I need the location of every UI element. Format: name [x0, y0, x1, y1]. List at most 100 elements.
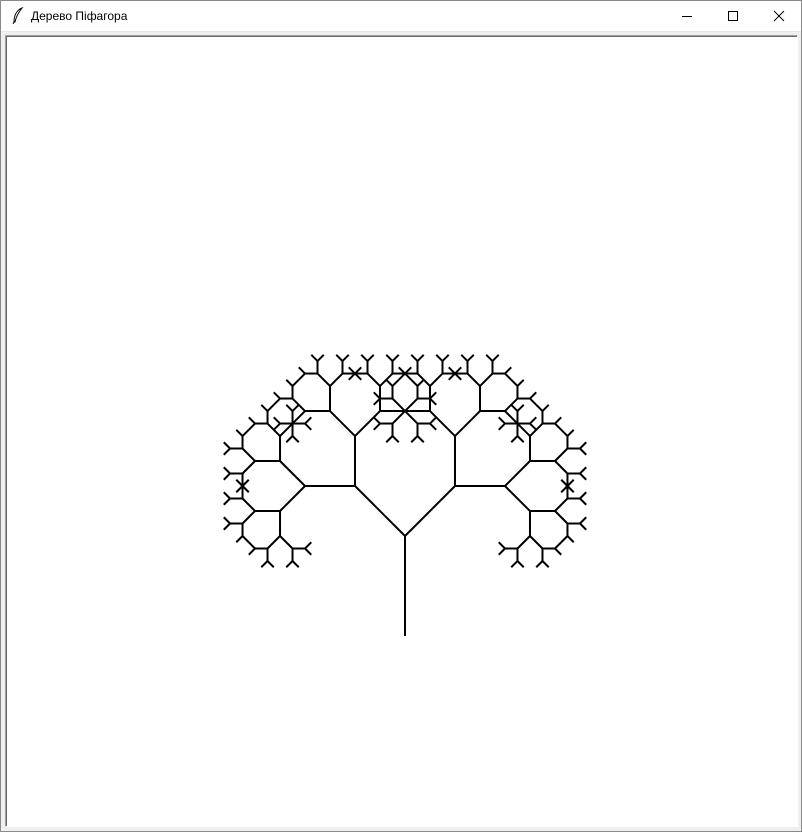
tree-branch [429, 422, 437, 431]
tree-branch [541, 560, 550, 568]
tree-branch [429, 410, 456, 437]
tree-branch [554, 510, 569, 525]
tree-branch [304, 422, 312, 431]
tree-branch [248, 547, 256, 556]
tree-branch [266, 404, 275, 412]
tree-branch [391, 397, 406, 412]
tree-branch [291, 410, 306, 425]
tree-branch [335, 354, 344, 362]
tree-branch [291, 404, 300, 412]
tree-branch [460, 354, 469, 362]
tree-branch [279, 460, 306, 487]
tree-branch [579, 466, 587, 475]
minimize-icon [682, 16, 692, 17]
tree-branch [516, 435, 525, 443]
tree-branch [566, 429, 575, 437]
tree-branch [298, 372, 306, 381]
tree-branch [223, 516, 231, 525]
feather-icon [11, 6, 25, 25]
tree-branch [304, 541, 312, 550]
tree-branch [316, 354, 325, 362]
tree-branch [373, 422, 381, 431]
tree-branch [560, 429, 569, 437]
tree-branch [504, 372, 512, 381]
close-icon [773, 10, 785, 22]
tree-branch [223, 472, 231, 481]
tree-branch [429, 372, 444, 387]
tree-branch [354, 410, 381, 437]
tree-branch [554, 460, 569, 475]
tree-branch [310, 354, 319, 362]
tree-branch [404, 485, 456, 537]
tree-canvas[interactable] [6, 36, 797, 826]
tree-branch [341, 354, 350, 362]
tree-branch [235, 429, 244, 437]
tree-branch [291, 560, 300, 568]
tree-branch [510, 435, 519, 443]
tree-branch [273, 416, 281, 425]
canvas-frame [5, 35, 798, 827]
tree-branch [535, 404, 544, 412]
tree-branch [360, 354, 369, 362]
tree-branch [516, 535, 531, 550]
tree-branch [329, 410, 356, 437]
tree-branch [404, 410, 419, 425]
tree-branch [516, 422, 531, 437]
tree-branch [366, 354, 375, 362]
tree-branch [516, 560, 525, 568]
tree-branch [391, 354, 400, 362]
tree-branch [479, 372, 494, 387]
tree-branch [279, 422, 294, 437]
tree-branch [260, 404, 269, 412]
tree-branch [529, 391, 537, 400]
tree-branch [279, 485, 306, 512]
tree-branch [416, 379, 425, 387]
tree-branch [285, 435, 294, 443]
tree-branch [391, 379, 400, 387]
tree-branch [504, 460, 531, 487]
tree-branch [223, 466, 231, 475]
tree-branch [466, 372, 481, 387]
tree-branch [391, 410, 406, 425]
tree-branch [510, 379, 519, 387]
tree-branch [498, 541, 506, 550]
tree-branch [491, 354, 500, 362]
tree-branch [579, 472, 587, 481]
tree-branch [579, 447, 587, 456]
tree-branch [241, 460, 256, 475]
tree-branch [529, 416, 537, 425]
tree-branch [579, 491, 587, 500]
tree-branch [554, 541, 562, 550]
tree-branch [554, 416, 562, 425]
tree-branch [273, 397, 281, 406]
tree-branch [529, 397, 537, 406]
close-button[interactable] [756, 1, 802, 31]
tree-branch [223, 491, 231, 500]
tree-branch [504, 485, 531, 512]
tree-branch [504, 410, 519, 425]
tree-branch [516, 404, 525, 412]
tree-branch [279, 535, 294, 550]
tree-branch [579, 522, 587, 531]
app-window: Дерево Піфагора [0, 0, 802, 832]
tree-branch [266, 560, 275, 568]
tree-branch [385, 354, 394, 362]
tree-branch [248, 422, 256, 431]
tree-branch [354, 485, 406, 537]
tree-branch [410, 435, 419, 443]
tree-branch [329, 372, 344, 387]
tree-branch [485, 354, 494, 362]
tree-branch [529, 535, 544, 550]
tree-branch [385, 379, 394, 387]
tree-branch [298, 366, 306, 375]
maximize-icon [728, 11, 738, 21]
maximize-button[interactable] [710, 1, 756, 31]
tree-branch [498, 416, 506, 425]
tree-branch [241, 510, 256, 525]
tree-branch [223, 497, 231, 506]
minimize-button[interactable] [664, 1, 710, 31]
tree-branch [579, 497, 587, 506]
title-bar[interactable]: Дерево Піфагора [1, 1, 801, 32]
tree-branch [410, 379, 419, 387]
tree-branch [285, 560, 294, 568]
